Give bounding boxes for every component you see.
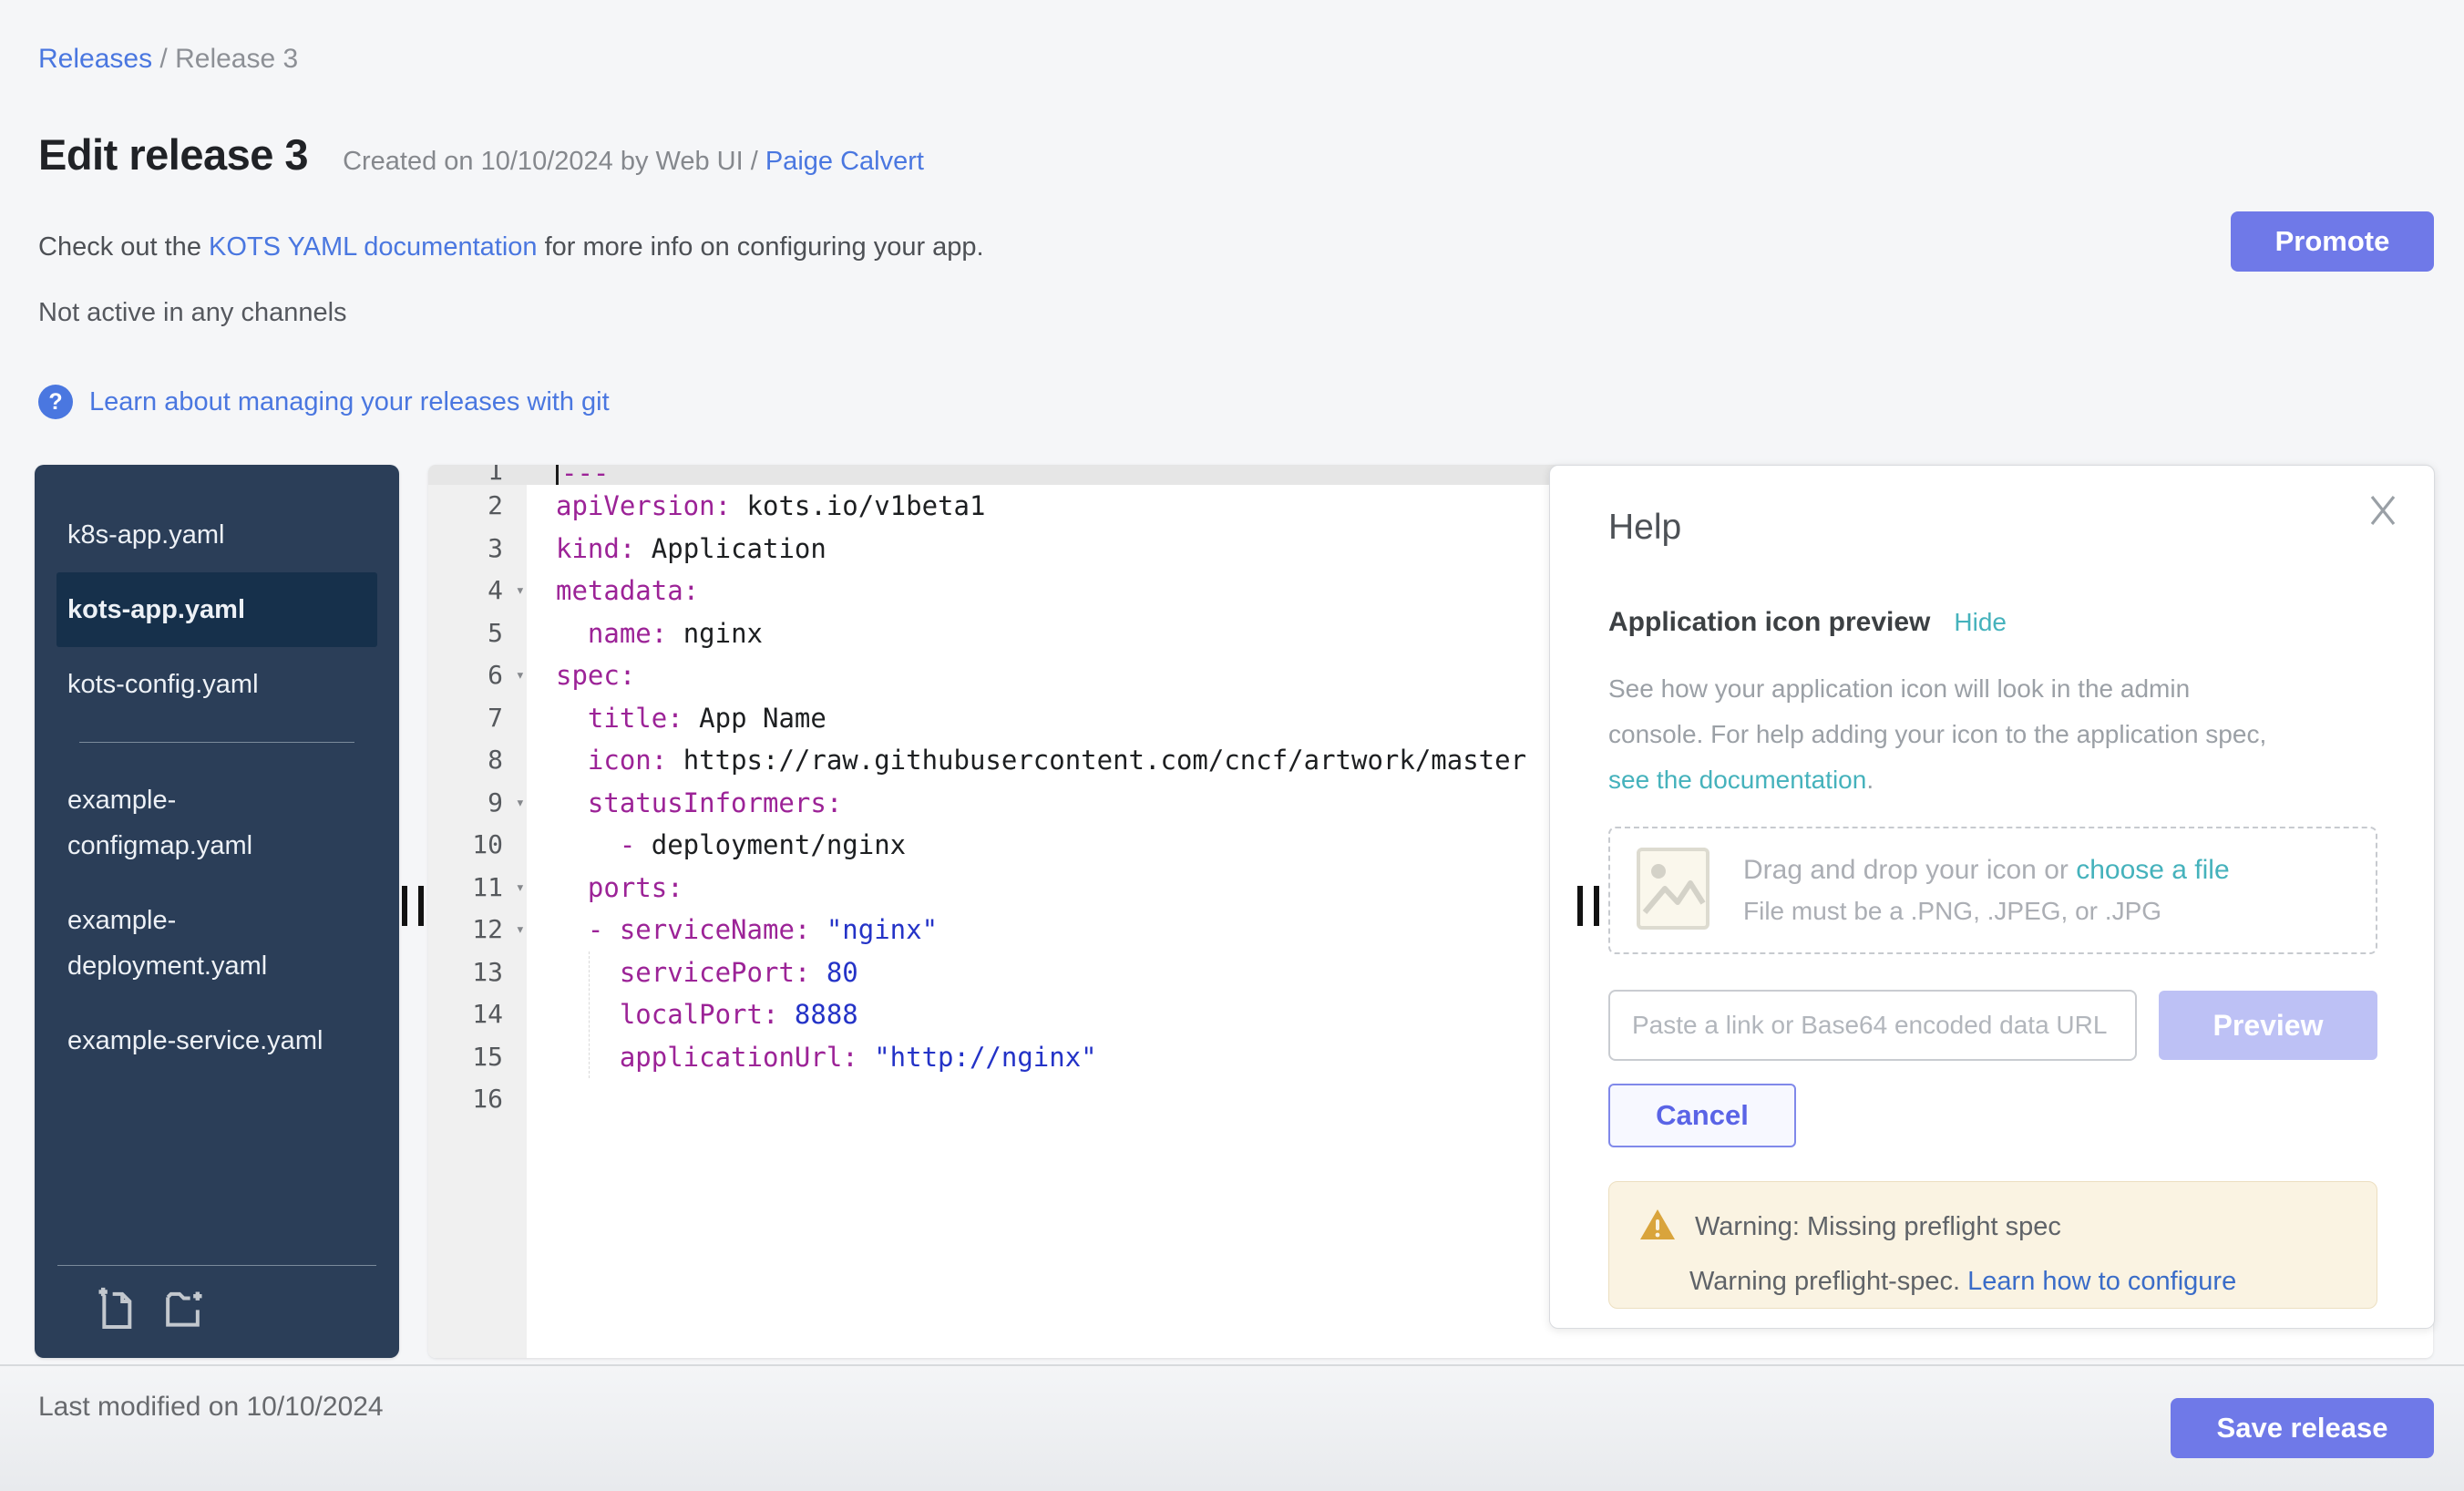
- new-folder-icon[interactable]: [160, 1282, 211, 1338]
- file-item[interactable]: example-configmap.yaml: [56, 763, 377, 883]
- warning-title: Warning: Missing preflight spec: [1695, 1212, 2061, 1242]
- line-number[interactable]: 11▾: [428, 867, 527, 910]
- line-number[interactable]: 3: [428, 528, 527, 571]
- warning-detail: Warning preflight-spec. Learn how to con…: [1689, 1267, 2377, 1297]
- file-group-divider: [79, 742, 354, 743]
- breadcrumb: Releases / Release 3: [38, 44, 298, 75]
- see-documentation-link[interactable]: see the documentation: [1608, 766, 1866, 794]
- preview-button[interactable]: Preview: [2159, 991, 2377, 1060]
- image-placeholder-icon: [1636, 847, 1710, 935]
- hide-link[interactable]: Hide: [1954, 608, 2007, 637]
- dropzone-text-pre: Drag and drop your icon or: [1743, 855, 2076, 885]
- cancel-button[interactable]: Cancel: [1608, 1084, 1796, 1147]
- help-body-line2: console. For help adding your icon to th…: [1608, 720, 2266, 748]
- icon-preview-section-title: Application icon preview: [1608, 607, 1930, 638]
- promote-button[interactable]: Promote: [2231, 211, 2434, 272]
- indent-guide: [589, 951, 590, 1078]
- preflight-warning-box: Warning: Missing preflight spec Warning …: [1608, 1181, 2377, 1309]
- gutter-rows: 234▾56▾789▾1011▾12▾13141516: [428, 485, 527, 1121]
- kots-yaml-doc-link[interactable]: KOTS YAML documentation: [209, 232, 538, 262]
- line-number[interactable]: 14: [428, 993, 527, 1036]
- line-number[interactable]: 15: [428, 1036, 527, 1079]
- sidebar-bottom: [35, 1265, 399, 1358]
- line-number[interactable]: 5: [428, 612, 527, 655]
- line-number[interactable]: 9▾: [428, 782, 527, 825]
- last-modified-text: Last modified on 10/10/2024: [38, 1392, 384, 1423]
- file-item[interactable]: k8s-app.yaml: [56, 498, 377, 572]
- editor-gutter[interactable]: 234▾56▾789▾1011▾12▾13141516: [428, 465, 527, 1358]
- git-releases-link[interactable]: Learn about managing your releases with …: [89, 387, 610, 417]
- fold-arrow-icon[interactable]: ▾: [516, 654, 525, 697]
- fold-arrow-icon[interactable]: ▾: [516, 570, 525, 612]
- git-help-row: ? Learn about managing your releases wit…: [38, 385, 610, 419]
- help-panel-title: Help: [1608, 508, 1681, 548]
- help-panel-resize-handle[interactable]: [1577, 886, 1605, 926]
- line-number[interactable]: 2: [428, 485, 527, 528]
- author-link[interactable]: Paige Calvert: [765, 147, 924, 176]
- line-number[interactable]: 8: [428, 739, 527, 782]
- close-icon[interactable]: [2363, 489, 2403, 530]
- file-list: k8s-app.yamlkots-app.yamlkots-config.yam…: [35, 465, 399, 1078]
- line-1-code: ---: [556, 465, 609, 485]
- line-number-1: 1: [428, 465, 527, 485]
- learn-configure-link[interactable]: Learn how to configure: [1967, 1267, 2236, 1296]
- text-cursor: [556, 465, 559, 485]
- save-release-button[interactable]: Save release: [2171, 1398, 2434, 1458]
- line-number[interactable]: 4▾: [428, 570, 527, 612]
- line-number[interactable]: 13: [428, 951, 527, 994]
- new-file-icon[interactable]: [89, 1282, 140, 1338]
- dropzone-filetypes: File must be a .PNG, .JPEG, or .JPG: [1743, 897, 2230, 926]
- line-number[interactable]: 12▾: [428, 909, 527, 951]
- help-body-end: .: [1866, 766, 1874, 794]
- page-title: Edit release 3: [38, 129, 308, 180]
- line-number[interactable]: 10: [428, 824, 527, 867]
- icon-url-input[interactable]: [1608, 990, 2137, 1061]
- sidebar-resize-handle[interactable]: [402, 886, 429, 926]
- created-text: Created on 10/10/2024 by Web UI /: [343, 147, 765, 176]
- fold-arrow-icon[interactable]: ▾: [516, 909, 525, 951]
- sidebar-divider: [57, 1265, 376, 1266]
- help-body-text: See how your application icon will look …: [1608, 666, 2346, 803]
- file-tree-sidebar: k8s-app.yamlkots-app.yamlkots-config.yam…: [35, 465, 399, 1358]
- breadcrumb-separator: /: [152, 44, 175, 74]
- choose-file-link[interactable]: choose a file: [2076, 855, 2229, 885]
- icon-dropzone[interactable]: Drag and drop your icon or choose a file…: [1608, 827, 2377, 954]
- docs-notice: Check out the KOTS YAML documentation fo…: [38, 232, 984, 262]
- dropzone-text: Drag and drop your icon or choose a file: [1743, 855, 2230, 886]
- question-mark-icon: ?: [38, 385, 73, 419]
- footer-bar: Last modified on 10/10/2024 Save release: [0, 1364, 2464, 1491]
- docs-notice-pre: Check out the: [38, 232, 209, 262]
- warning-detail-pre: Warning preflight-spec.: [1689, 1267, 1967, 1296]
- channel-status: Not active in any channels: [38, 298, 347, 328]
- breadcrumb-current: Release 3: [175, 44, 298, 74]
- help-panel: Help Application icon preview Hide See h…: [1549, 465, 2435, 1329]
- created-info: Created on 10/10/2024 by Web UI / Paige …: [343, 147, 924, 177]
- title-row: Edit release 3 Created on 10/10/2024 by …: [38, 129, 924, 180]
- line-number[interactable]: 7: [428, 697, 527, 740]
- breadcrumb-releases-link[interactable]: Releases: [38, 44, 152, 74]
- file-item[interactable]: example-service.yaml: [56, 1003, 377, 1078]
- help-body-line1: See how your application icon will look …: [1608, 674, 2190, 703]
- line-number[interactable]: 6▾: [428, 654, 527, 697]
- file-item[interactable]: kots-app.yaml: [56, 572, 377, 647]
- line-number[interactable]: 16: [428, 1078, 527, 1121]
- fold-arrow-icon[interactable]: ▾: [516, 867, 525, 910]
- docs-notice-post: for more info on configuring your app.: [538, 232, 984, 262]
- fold-arrow-icon[interactable]: ▾: [516, 782, 525, 825]
- file-item[interactable]: kots-config.yaml: [56, 647, 377, 722]
- warning-triangle-icon: [1638, 1208, 1677, 1247]
- file-item[interactable]: example-deployment.yaml: [56, 883, 377, 1003]
